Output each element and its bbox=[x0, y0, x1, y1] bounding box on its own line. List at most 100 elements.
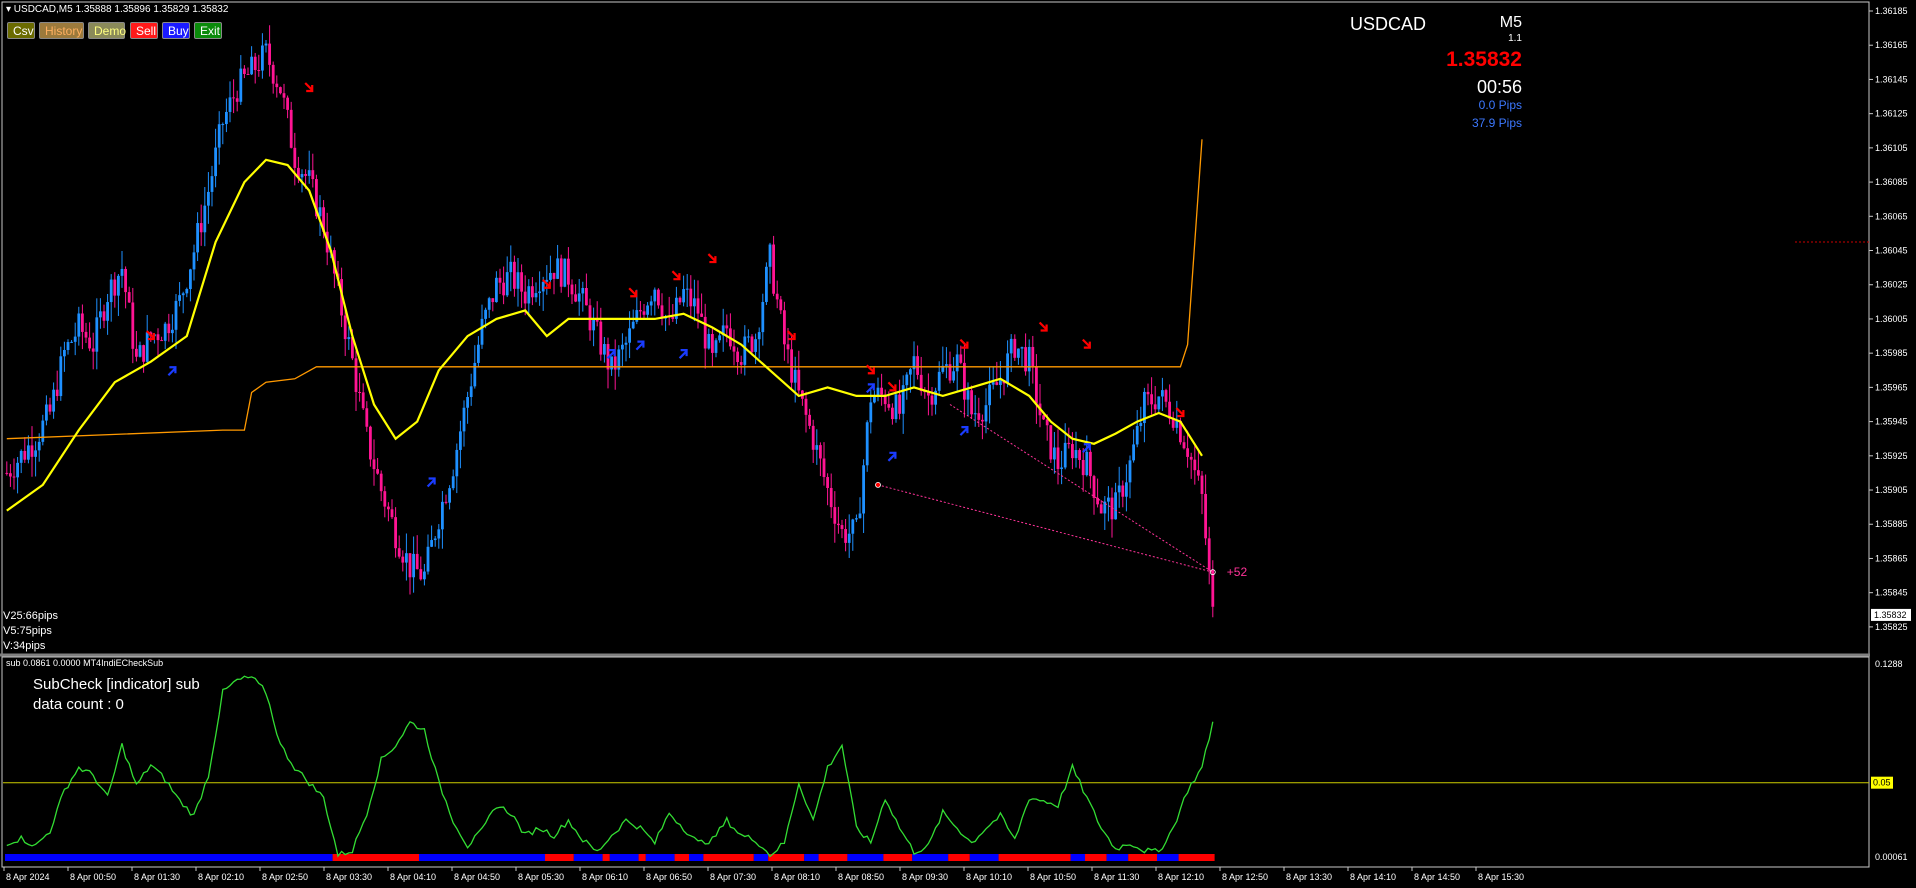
start-marker bbox=[875, 481, 881, 488]
candle-body bbox=[649, 301, 653, 306]
candle-body bbox=[73, 336, 77, 342]
candle-body bbox=[696, 298, 700, 314]
candle-body bbox=[909, 369, 912, 375]
candle-body bbox=[59, 356, 63, 397]
candle-body bbox=[106, 302, 109, 321]
candle-body bbox=[41, 420, 45, 442]
candle-body bbox=[455, 449, 459, 477]
candle-body bbox=[19, 450, 23, 463]
candle-body bbox=[754, 339, 757, 352]
candle-body bbox=[1060, 467, 1063, 469]
x-tick-label: 8 Apr 05:30 bbox=[518, 872, 564, 882]
candle-body bbox=[109, 279, 113, 303]
buy-button[interactable]: Buy bbox=[162, 22, 190, 39]
candle-body bbox=[700, 313, 703, 317]
candle-body bbox=[689, 288, 693, 307]
price-chart[interactable]: 1.36185 1.36165 1.36145 1.36125 1.36105 1.360… bbox=[0, 0, 1916, 888]
candle-body bbox=[1182, 442, 1186, 449]
signal-bar-segment bbox=[1106, 854, 1129, 861]
x-tick-label: 8 Apr 11:30 bbox=[1094, 872, 1139, 882]
candle-body bbox=[289, 109, 293, 148]
x-tick-label: 8 Apr 10:10 bbox=[966, 872, 1012, 882]
candle-body bbox=[142, 345, 145, 362]
y-tick-label: 1.35865 bbox=[1875, 553, 1908, 563]
symbol-ohlc-line[interactable]: ▾ USDCAD,M5 1.35888 1.35896 1.35829 1.35… bbox=[6, 4, 228, 15]
candle-body bbox=[1175, 420, 1179, 428]
signal-bar-segment bbox=[883, 854, 913, 861]
candle-body bbox=[977, 413, 981, 420]
candle-body bbox=[826, 477, 829, 488]
candle-body bbox=[984, 405, 988, 422]
candle-body bbox=[887, 404, 891, 408]
candle-body bbox=[268, 43, 271, 65]
candle-body bbox=[271, 64, 275, 84]
candle-body bbox=[423, 571, 426, 580]
candle-body bbox=[203, 205, 207, 233]
candle-body bbox=[592, 319, 595, 331]
history-button[interactable]: History bbox=[39, 22, 84, 39]
candle-body bbox=[167, 323, 171, 334]
candle-body bbox=[815, 445, 819, 450]
candle-body bbox=[657, 289, 660, 306]
candle-body bbox=[52, 389, 55, 412]
x-tick-label: 8 Apr 03:30 bbox=[326, 872, 372, 882]
candle-body bbox=[1117, 485, 1121, 493]
info-range: 37.9 Pips bbox=[1471, 116, 1522, 130]
candle-body bbox=[808, 414, 811, 426]
y-tick-label: 1.35905 bbox=[1875, 485, 1908, 495]
candle-body bbox=[894, 394, 898, 420]
candle-body bbox=[275, 83, 279, 88]
candle-body bbox=[513, 261, 516, 289]
x-tick-label: 8 Apr 2024 bbox=[6, 872, 50, 882]
candle-body bbox=[84, 331, 88, 338]
csv-button[interactable]: Csv bbox=[7, 22, 35, 39]
volatility-v5: V5:75pips bbox=[3, 625, 52, 637]
candle-body bbox=[621, 344, 624, 350]
candle-body bbox=[401, 556, 405, 563]
signal-bar-segment bbox=[753, 854, 769, 861]
candle-body bbox=[477, 344, 480, 363]
demo-button[interactable]: Demo bbox=[88, 22, 126, 39]
candle-body bbox=[822, 458, 826, 478]
candle-body bbox=[1045, 419, 1049, 426]
candle-body bbox=[459, 431, 462, 450]
candle-body bbox=[12, 476, 16, 478]
candle-body bbox=[642, 311, 646, 315]
sell-button[interactable]: Sell bbox=[130, 22, 158, 39]
candle-body bbox=[783, 310, 786, 345]
candle-body bbox=[1017, 348, 1020, 358]
candle-body bbox=[185, 289, 189, 294]
x-tick-label: 8 Apr 09:30 bbox=[902, 872, 948, 882]
candle-body bbox=[196, 223, 199, 253]
signal-bar-segment bbox=[1178, 854, 1215, 861]
sub-window-header: sub 0.0861 0.0000 MT4IndiECheckSub bbox=[6, 658, 164, 668]
signal-bar-segment bbox=[609, 854, 639, 861]
candle-body bbox=[797, 369, 801, 391]
candle-body bbox=[718, 335, 721, 341]
candle-body bbox=[743, 336, 747, 365]
candle-body bbox=[1078, 450, 1081, 460]
candle-body bbox=[577, 293, 581, 302]
candle-body bbox=[599, 321, 603, 355]
candle-body bbox=[376, 469, 379, 474]
candle-body bbox=[1031, 346, 1035, 367]
sub-y-tick-label: 0.1288 bbox=[1875, 659, 1903, 669]
x-tick-label: 8 Apr 04:10 bbox=[390, 872, 436, 882]
candle-body bbox=[682, 289, 685, 303]
y-tick-label: 1.35825 bbox=[1875, 622, 1908, 632]
candle-body bbox=[286, 97, 289, 110]
candle-body bbox=[66, 342, 70, 350]
candle-body bbox=[1006, 353, 1009, 384]
candle-body bbox=[1092, 476, 1096, 498]
candle-body bbox=[91, 348, 95, 352]
signal-bar-segment bbox=[768, 854, 805, 861]
y-tick-label: 1.36025 bbox=[1875, 280, 1908, 290]
candle-body bbox=[1053, 447, 1056, 460]
x-tick-label: 8 Apr 06:50 bbox=[646, 872, 692, 882]
candle-body bbox=[880, 387, 883, 395]
candle-body bbox=[354, 358, 358, 393]
exit-button[interactable]: Exit bbox=[194, 22, 222, 39]
candle-body bbox=[556, 258, 559, 279]
candle-body bbox=[390, 509, 394, 518]
info-symbol: USDCAD bbox=[1349, 14, 1426, 34]
